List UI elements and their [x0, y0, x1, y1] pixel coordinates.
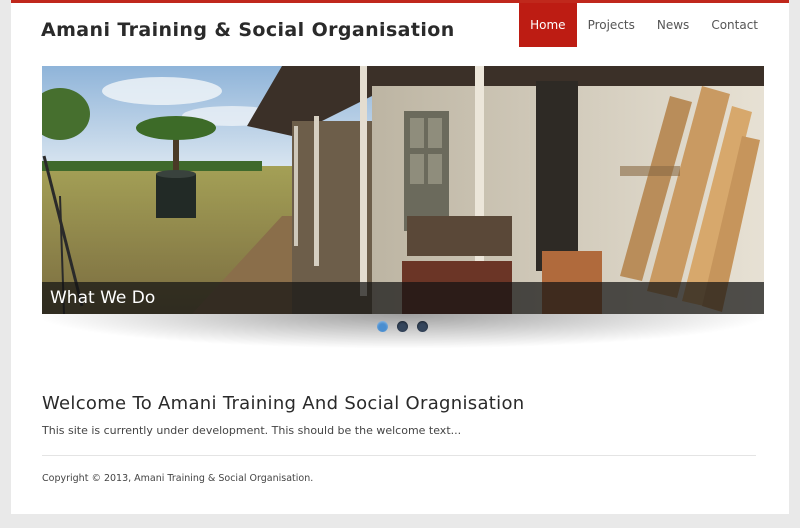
nav-projects[interactable]: Projects	[577, 3, 646, 47]
welcome-heading: Welcome To Amani Training And Social Ora…	[42, 393, 525, 414]
slide-image	[42, 66, 764, 314]
copyright-text: Copyright © 2013, Amani Training & Socia…	[42, 473, 314, 484]
nav-contact[interactable]: Contact	[700, 3, 769, 47]
slider-dot-2[interactable]	[397, 321, 408, 332]
site-title[interactable]: Amani Training & Social Organisation	[41, 19, 455, 41]
page: Amani Training & Social Organisation Hom…	[11, 0, 789, 514]
hero-slider[interactable]: What We Do	[42, 66, 764, 314]
slider-dot-1[interactable]	[377, 321, 388, 332]
footer-divider	[42, 455, 756, 456]
slider-dot-3[interactable]	[417, 321, 428, 332]
nav-news[interactable]: News	[646, 3, 700, 47]
welcome-text: This site is currently under development…	[42, 424, 462, 437]
slide-caption: What We Do	[42, 282, 764, 314]
nav-home[interactable]: Home	[519, 3, 577, 47]
slider-pagination	[377, 321, 428, 332]
main-nav: Home Projects News Contact	[519, 3, 769, 47]
